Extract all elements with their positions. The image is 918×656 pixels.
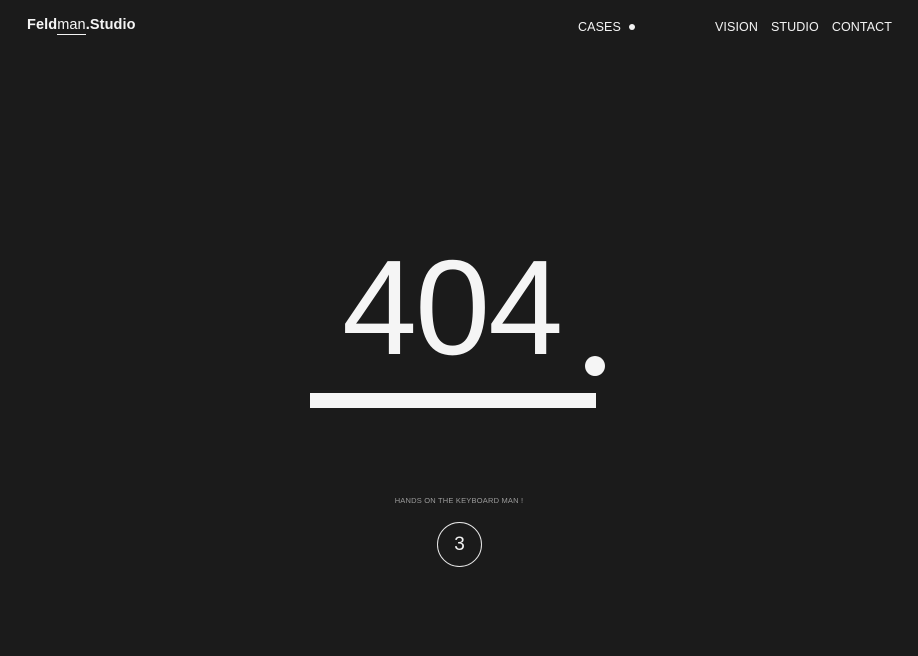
- nav-cases[interactable]: CASES: [578, 20, 635, 34]
- countdown-number: 3: [454, 533, 465, 555]
- logo-part-studio: Studio: [89, 17, 136, 33]
- nav-contact[interactable]: CONTACT: [832, 20, 892, 34]
- nav-studio[interactable]: STUDIO: [771, 20, 819, 34]
- countdown-circle: 3: [437, 522, 482, 567]
- page: Feld man. Studio CASES VISION STUDIO CONTA…: [0, 0, 918, 656]
- redirect-caption: HANDS ON THE KEYBOARD MAN !: [394, 496, 524, 505]
- cases-dot-icon: [628, 24, 635, 30]
- logo-part-feld: Feld: [27, 17, 58, 33]
- main-nav: VISION STUDIO CONTACT: [715, 20, 892, 34]
- logo-part-man: man: [57, 17, 86, 35]
- error-dot-icon: [585, 356, 605, 376]
- logo-link[interactable]: Feld man. Studio: [27, 17, 136, 35]
- nav-vision[interactable]: VISION: [715, 20, 758, 34]
- error-underline: [310, 393, 596, 408]
- error-code: 404: [342, 232, 563, 383]
- nav-cases-label: CASES: [578, 20, 621, 34]
- error-hero: 404: [0, 238, 918, 378]
